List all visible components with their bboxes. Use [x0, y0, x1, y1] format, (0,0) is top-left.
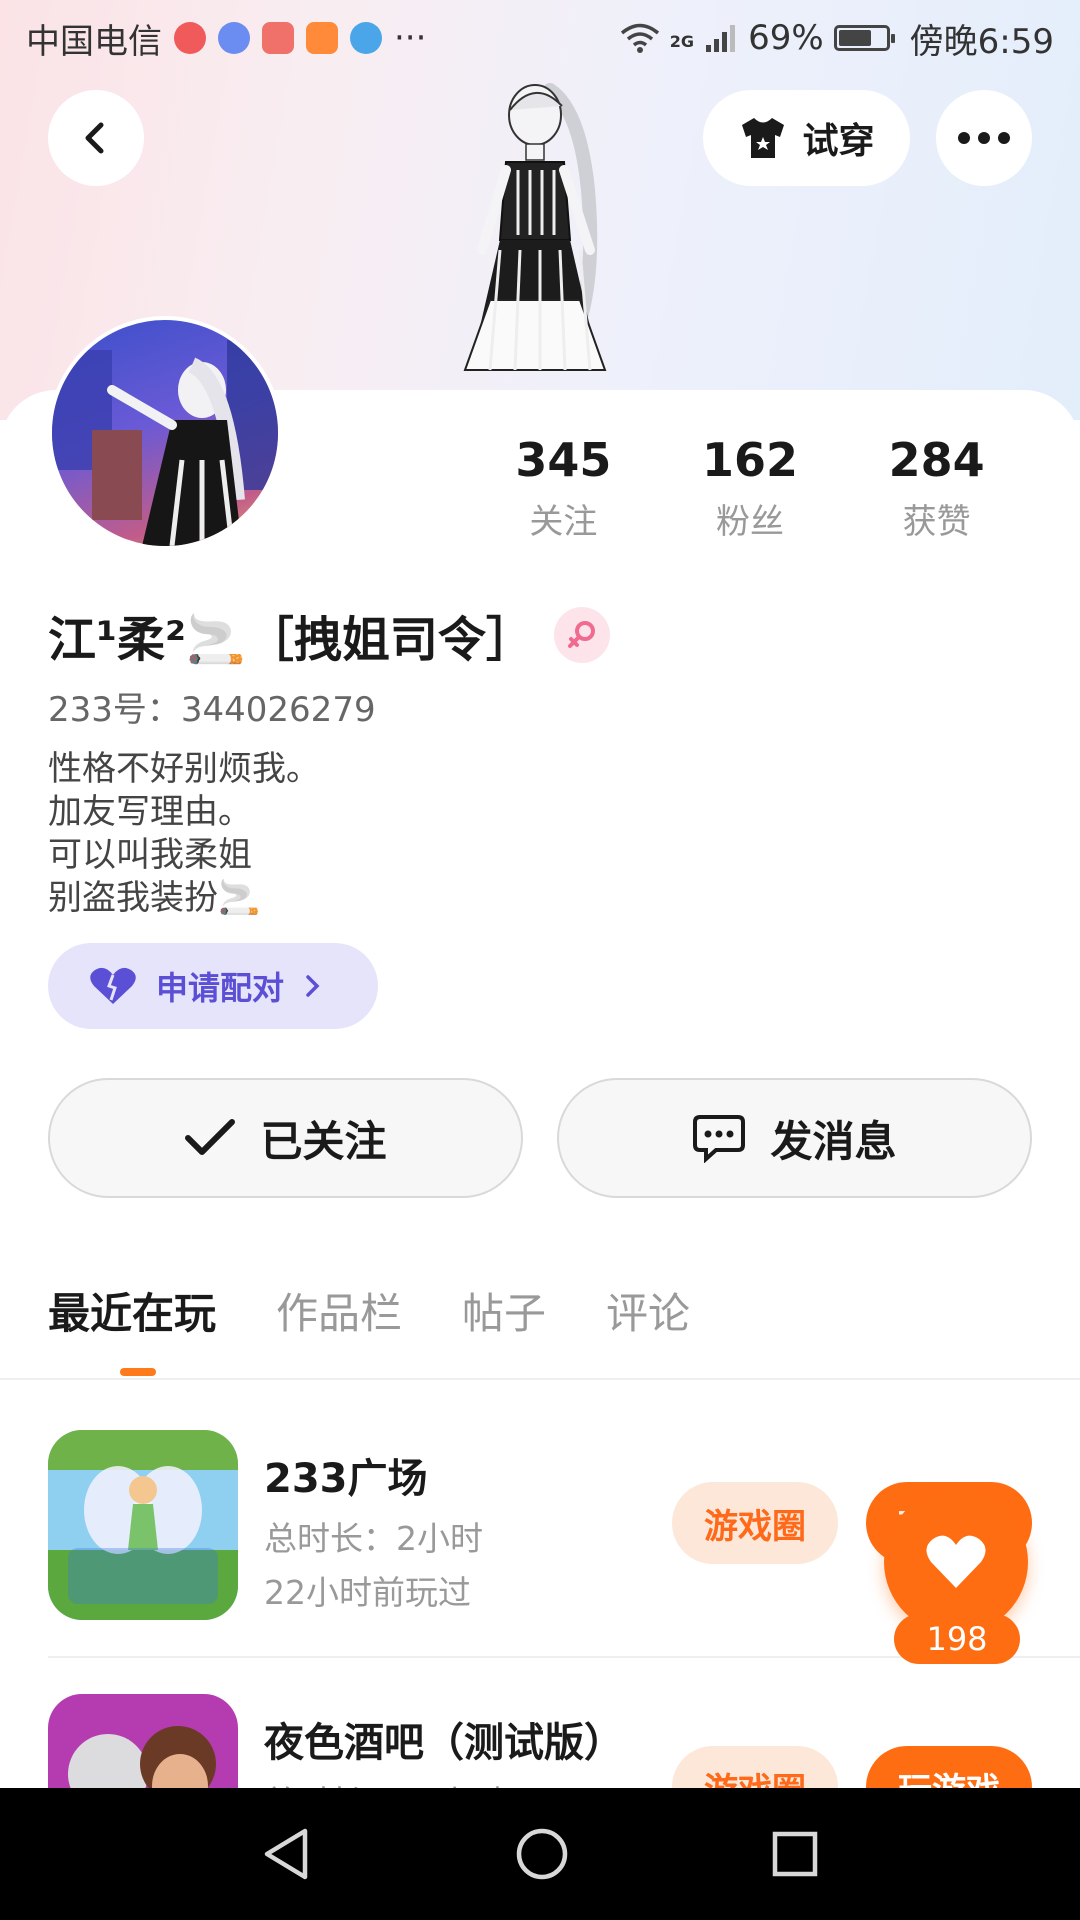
divider [0, 1378, 1080, 1380]
bio-line: 加友写理由。 [48, 792, 252, 832]
huawei-app-icon [262, 22, 294, 54]
game-title: 夜色酒吧（测试版） [264, 1720, 624, 1766]
try-on-label: 试穿 [802, 121, 875, 162]
app-notification-icon [174, 22, 206, 54]
carrier-label: 中国电信 [26, 21, 162, 62]
stat-value: 162 [701, 433, 799, 487]
clock: 傍晚6:59 [909, 21, 1054, 62]
tab-recently-played[interactable]: 最近在玩 [48, 1280, 216, 1341]
avatar[interactable] [48, 316, 282, 550]
store-app-icon [306, 22, 338, 54]
home-circle-icon[interactable] [514, 1826, 570, 1882]
name-row: 江¹柔²🚬［拽姐司令］ [48, 600, 610, 670]
game-last-played: 22小时前玩过 [264, 1573, 471, 1612]
bio-line: 别盗我装扮🚬 [48, 878, 261, 918]
stat-value: 284 [888, 433, 985, 487]
request-pairing-button[interactable]: 申请配对 [48, 943, 378, 1029]
pair-label: 申请配对 [156, 969, 285, 1007]
stat-label: 粉丝 [716, 502, 784, 542]
active-tab-indicator [120, 1368, 156, 1376]
network-type-label: 2G [669, 31, 695, 51]
game-circle-button[interactable]: 游戏圈 [672, 1482, 838, 1564]
browser-app-icon [350, 22, 382, 54]
status-bar: 中国电信 ··· 2G 69% 傍晚6:59 [0, 0, 1080, 76]
more-options-button[interactable] [936, 90, 1032, 186]
user-id: 233号：344026279 [48, 690, 376, 730]
back-button[interactable] [48, 90, 144, 186]
back-triangle-icon[interactable] [261, 1826, 313, 1882]
profile-tabs: 最近在玩 作品栏 帖子 评论 [48, 1280, 690, 1341]
battery-percent: 69% [748, 18, 824, 58]
try-on-button[interactable]: 试穿 [703, 90, 910, 186]
recents-square-icon[interactable] [771, 1830, 819, 1878]
send-message-label: 发消息 [770, 1116, 897, 1166]
heart-icon [926, 1535, 986, 1588]
battery-icon [833, 25, 895, 51]
signal-icon [706, 25, 736, 52]
system-nav-bar [0, 1788, 1080, 1920]
chevron-left-icon [85, 122, 104, 154]
stat-value: 345 [515, 433, 612, 487]
following-label: 已关注 [260, 1116, 387, 1166]
tab-posts[interactable]: 帖子 [462, 1280, 546, 1341]
send-message-button[interactable]: 发消息 [557, 1078, 1032, 1198]
bio: 性格不好别烦我。 加友写理由。 可以叫我柔姐 别盗我装扮🚬 [48, 748, 320, 920]
avatar-illustration [52, 340, 278, 546]
stat-following[interactable]: 345 关注 [470, 430, 657, 543]
music-app-icon [218, 22, 250, 54]
checkmark-icon [185, 1119, 236, 1155]
wifi-icon [620, 23, 659, 53]
game-thumbnail [48, 1430, 238, 1620]
tab-works[interactable]: 作品栏 [276, 1280, 402, 1341]
more-notifications-icon: ··· [394, 18, 427, 58]
profile-name: 江¹柔²🚬［拽姐司令］ [48, 612, 534, 668]
bio-line: 性格不好别烦我。 [48, 749, 320, 789]
more-dots-icon [958, 132, 1010, 144]
like-button[interactable] [884, 1490, 1028, 1634]
list-item[interactable]: 233广场 总时长：2小时 22小时前玩过 游戏圈 玩游戏 [48, 1430, 1032, 1620]
stat-label: 关注 [529, 502, 598, 542]
avatar-outfit-illustration [463, 83, 607, 371]
game-title: 233广场 [264, 1456, 428, 1502]
like-count: 198 [894, 1614, 1020, 1664]
tab-comments[interactable]: 评论 [606, 1280, 690, 1341]
stat-likes[interactable]: 284 获赞 [843, 430, 1030, 543]
chevron-right-icon [306, 975, 320, 997]
game-duration: 总时长：2小时 [264, 1519, 483, 1558]
female-gender-icon [553, 607, 610, 663]
profile-stats: 345 关注 162 粉丝 284 获赞 [470, 430, 1030, 543]
tshirt-icon [742, 118, 785, 158]
chat-bubble-icon [693, 1115, 746, 1163]
stat-followers[interactable]: 162 粉丝 [657, 430, 844, 543]
following-button[interactable]: 已关注 [48, 1078, 523, 1198]
heart-icon [90, 967, 136, 1004]
stat-label: 获赞 [902, 502, 971, 542]
bio-line: 可以叫我柔姐 [48, 835, 252, 875]
